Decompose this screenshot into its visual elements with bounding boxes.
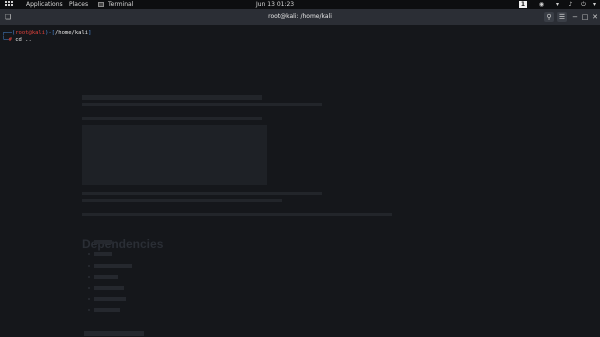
camera-icon[interactable]: ◉ [538,1,545,8]
terminal-body[interactable]: ┌──(root@kali)-[/home/kali] └─# cd .. De… [0,25,600,337]
workspace-indicator[interactable]: 1 [519,1,527,8]
power-icon[interactable]: ⏻ [580,1,587,8]
ghost-subheading [84,331,144,336]
chevron-down-icon[interactable]: ▾ [591,1,598,8]
terminal-titlebar[interactable]: ❏ root@kali: /home/kali ⚲ ☰ − □ ✕ [0,9,600,25]
prompt-path: /home/kali [55,30,89,36]
ghost-text-block [82,199,282,202]
ghost-text-block [82,213,392,216]
window-title: root@kali: /home/kali [268,13,332,20]
ghost-text-block [82,192,322,195]
ghost-text-block [82,95,262,100]
ghost-code-block [82,125,267,185]
terminal-icon [98,2,104,7]
command-line: └─# cd .. [2,37,32,43]
hamburger-menu-icon[interactable]: ☰ [557,12,567,22]
close-icon[interactable]: ✕ [590,12,600,22]
command-text: cd .. [15,37,32,43]
minimize-icon[interactable]: − [570,12,580,22]
volume-icon[interactable]: ♪ [567,1,574,8]
ghost-text-block [82,117,262,120]
top-panel: Applications Places Terminal Jun 13 01:2… [0,0,600,9]
prompt-host: kali [31,30,46,36]
prompt-user: root [15,30,29,36]
search-icon[interactable]: ⚲ [544,12,554,22]
apps-grid-icon[interactable] [5,1,13,8]
network-icon[interactable]: ▾ [554,1,561,8]
ghost-text-block [82,103,322,106]
maximize-icon[interactable]: □ [580,12,590,22]
prompt-line: ┌──(root@kali)-[/home/kali] [2,30,92,36]
clock[interactable]: Jun 13 01:23 [256,0,294,9]
terminal-app-menu[interactable]: Terminal [108,0,133,9]
